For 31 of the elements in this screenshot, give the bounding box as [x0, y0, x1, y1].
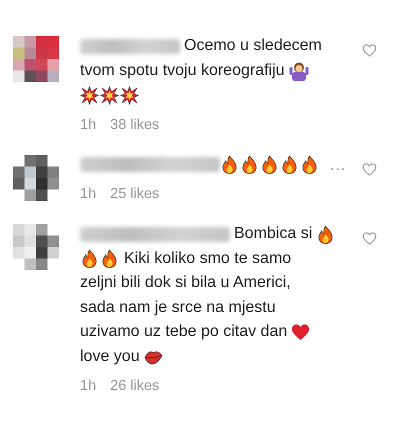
comment-text: Kiki koliko smo te samo [124, 250, 292, 268]
explosion-icon [100, 86, 119, 105]
like-icon[interactable] [362, 231, 377, 246]
like-icon[interactable] [362, 162, 377, 176]
person-icon [288, 60, 309, 81]
comment-text: Ocemo u sledecem [184, 37, 322, 56]
fire-icon [220, 155, 239, 174]
comment-text: uzivamo uz tebe po citav dan [80, 323, 288, 342]
comment-text: sada nam je srce na mjestu [80, 298, 276, 317]
heart-icon [291, 322, 310, 342]
fire-icon [100, 249, 119, 268]
comment-time: 1h [80, 378, 96, 394]
fire-icon [300, 155, 319, 174]
fire-icon [280, 155, 299, 174]
fire-icon [240, 155, 259, 174]
comment-time: 1h [80, 186, 96, 202]
comment-text: Bombica si [234, 225, 312, 244]
more-options[interactable]: ... [328, 154, 348, 176]
explosion-icon [120, 86, 139, 105]
comment-text: tvom spotu tvoju koreografiju [80, 62, 285, 80]
comment-text: love you [80, 348, 140, 366]
fire-icon [316, 224, 336, 244]
likes-count[interactable]: 26 likes [110, 378, 160, 394]
likes-count[interactable]: 38 likes [110, 116, 160, 132]
fire-icon [260, 155, 279, 174]
like-icon[interactable] [362, 43, 377, 58]
explosion-icon [80, 86, 99, 105]
comment-text: zeljni bili dok si bila u Americi, [80, 274, 291, 292]
likes-count[interactable]: 25 likes [110, 186, 160, 202]
comment-time: 1h [80, 116, 96, 132]
fire-icon [80, 249, 99, 268]
